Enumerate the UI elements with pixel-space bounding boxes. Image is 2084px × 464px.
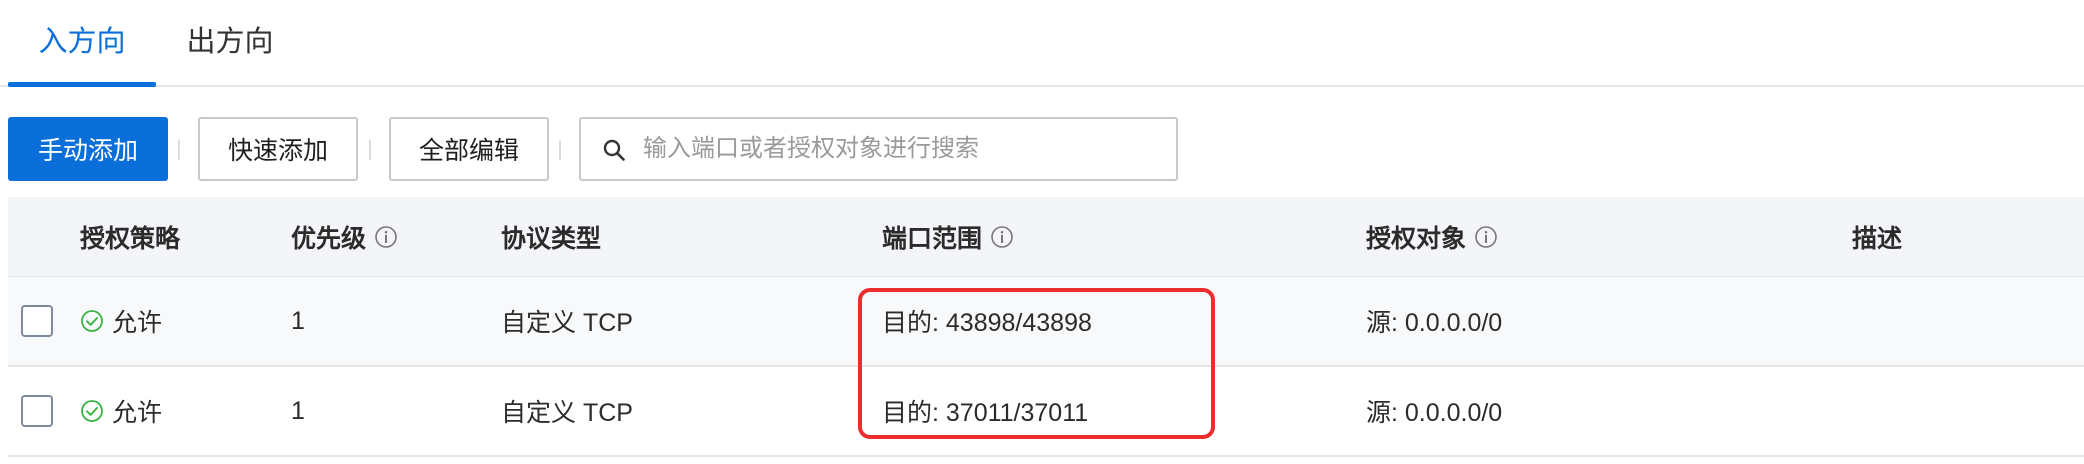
policy-cell: 允许 (80, 367, 162, 455)
column-header-auth-object: 授权对象 (1366, 197, 1498, 276)
port-range-cell: 目的: 37011/37011 (882, 399, 1089, 427)
protocol-cell: 自定义 TCP (501, 399, 633, 427)
column-header-priority: 优先级 (291, 197, 398, 276)
search-box (579, 117, 1178, 181)
quick-add-button[interactable]: 快速添加 (198, 117, 358, 181)
search-icon (603, 139, 625, 161)
column-header-protocol: 协议类型 (501, 224, 602, 253)
column-header-policy: 授权策略 (80, 224, 181, 253)
table-header: 授权策略 优先级 协议类型 端口范围 授权对象 描述 (8, 197, 2084, 278)
tab-outbound[interactable]: 出方向 (180, 20, 280, 85)
row-checkbox[interactable] (21, 305, 53, 337)
auth-object-cell: 源: 0.0.0.0/0 (1366, 309, 1503, 337)
row-checkbox[interactable] (21, 395, 53, 427)
toolbar-divider (369, 140, 371, 160)
priority-cell: 1 (291, 306, 305, 335)
port-range-cell: 目的: 43898/43898 (882, 309, 1092, 337)
direction-tabs: 入方向 出方向 (0, 0, 2084, 87)
column-header-port-range: 端口范围 (882, 197, 1014, 276)
edit-all-button[interactable]: 全部编辑 (389, 117, 549, 181)
priority-cell: 1 (291, 396, 305, 425)
column-header-description: 描述 (1852, 224, 1903, 253)
info-icon[interactable] (374, 225, 398, 249)
check-circle-icon (81, 310, 103, 332)
policy-cell: 允许 (80, 277, 162, 365)
table-row: 允许 1 自定义 TCP 目的: 37011/37011 源: 0.0.0.0/… (8, 367, 2084, 457)
auth-object-cell: 源: 0.0.0.0/0 (1366, 399, 1503, 427)
manual-add-button[interactable]: 手动添加 (8, 117, 168, 181)
table-row: 允许 1 自定义 TCP 目的: 43898/43898 源: 0.0.0.0/… (8, 277, 2084, 367)
check-circle-icon (81, 400, 103, 422)
tab-inbound[interactable]: 入方向 (8, 20, 156, 87)
info-icon[interactable] (1474, 225, 1498, 249)
protocol-cell: 自定义 TCP (501, 309, 633, 337)
toolbar-divider (559, 140, 561, 160)
search-input[interactable] (643, 119, 1163, 179)
toolbar-divider (178, 140, 180, 160)
info-icon[interactable] (990, 225, 1014, 249)
